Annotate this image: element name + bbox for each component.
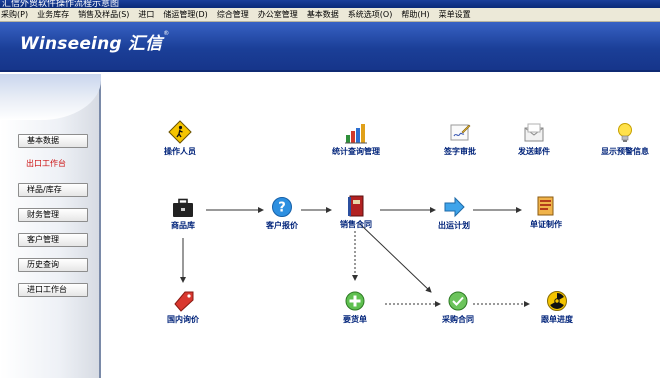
menu-purchase[interactable]: 采购(P) (1, 8, 28, 22)
shipping-plan-label: 出运计划 (438, 221, 470, 230)
radiation-icon (547, 291, 567, 311)
arrow-contract-to-purchase-contract (359, 223, 432, 293)
menu-sales-samples[interactable]: 销售及样品(S) (78, 8, 129, 22)
send-mail-label: 发送邮件 (518, 147, 550, 156)
signature-node[interactable]: 签字审批 (420, 122, 500, 157)
warning-info-label: 显示预警信息 (601, 147, 649, 156)
sidebar-item-history[interactable]: 历史查询 (18, 258, 88, 272)
statistics-label: 统计查询管理 (332, 147, 380, 156)
purchase-request-label: 要货单 (343, 315, 367, 324)
document-making-label: 单证制作 (530, 220, 562, 229)
sidebar-item-basic-data[interactable]: 基本数据 (18, 134, 88, 148)
signature-pen-icon (450, 124, 471, 141)
menu-help[interactable]: 帮助(H) (401, 8, 429, 22)
menu-business-inventory[interactable]: 业务库存 (37, 8, 69, 22)
operator-warning-sign-icon (168, 120, 192, 144)
document-making-node[interactable]: 单证制作 (506, 195, 586, 230)
send-mail-node[interactable]: 发送邮件 (494, 122, 574, 157)
menu-menu-settings[interactable]: 菜单设置 (439, 8, 471, 22)
statistics-node[interactable]: 统计查询管理 (316, 122, 396, 157)
domestic-inquiry-node[interactable]: 国内询价 (143, 290, 223, 325)
order-tracking-node[interactable]: 跟单进度 (517, 290, 597, 325)
operator-label: 操作人员 (164, 147, 196, 156)
sidebar-item-customer[interactable]: 客户管理 (18, 233, 88, 247)
order-tracking-label: 跟单进度 (541, 315, 573, 324)
customer-quote-label: 客户报价 (266, 221, 298, 230)
svg-text:?: ? (278, 201, 286, 216)
purchase-contract-label: 采购合同 (442, 315, 474, 324)
document-folder-icon (537, 196, 554, 216)
sales-contract-label: 销售合同 (340, 220, 372, 229)
book-icon (348, 195, 364, 217)
menu-import[interactable]: 进口 (138, 8, 154, 22)
product-library-label: 商品库 (171, 221, 195, 230)
lightbulb-icon (618, 123, 632, 142)
price-tag-icon (174, 291, 194, 312)
header-banner: Winseeing 汇信 ® (0, 22, 660, 72)
sidebar-item-import-workbench[interactable]: 进口工作台 (18, 283, 88, 297)
menu-general-management[interactable]: 综合管理 (217, 8, 249, 22)
sidebar: 基本数据 出口工作台 样品/库存 财务管理 客户管理 历史查询 进口工作台 (0, 74, 101, 378)
sidebar-item-export-workbench[interactable]: 出口工作台 (18, 158, 88, 172)
check-circle-icon (448, 291, 468, 311)
menu-office-management[interactable]: 办公室管理 (258, 8, 298, 22)
sidebar-item-samples-inventory[interactable]: 样品/库存 (18, 183, 88, 197)
briefcase-icon (173, 198, 193, 217)
mail-envelope-icon (524, 123, 544, 142)
menu-basic-data[interactable]: 基本数据 (307, 8, 339, 22)
domestic-inquiry-label: 国内询价 (167, 315, 199, 324)
brand-logo: Winseeing 汇信 ® (20, 29, 169, 54)
purchase-request-node[interactable]: 要货单 (315, 290, 395, 325)
sales-contract-node[interactable]: 销售合同 (316, 195, 396, 230)
warning-info-node[interactable]: 显示预警信息 (585, 122, 660, 157)
product-library-node[interactable]: 商品库 (143, 198, 223, 231)
bar-chart-icon (345, 124, 367, 144)
menu-bar: 采购(P) 业务库存 销售及样品(S) 进口 储运管理(D) 综合管理 办公室管… (0, 8, 660, 22)
shipping-plan-node[interactable]: 出运计划 (414, 196, 494, 231)
sidebar-item-finance[interactable]: 财务管理 (18, 208, 88, 222)
workflow-canvas: 操作人员 统计查询管理 签字审批 发送邮件 显示预警信息 商品库 ? 客户报价 … (103, 74, 660, 378)
purchase-contract-node[interactable]: 采购合同 (418, 290, 498, 325)
help-question-icon: ? (272, 197, 292, 217)
logo-text: Winseeing 汇信 (20, 34, 163, 54)
sidebar-decoration (0, 74, 101, 120)
customer-quote-node[interactable]: ? 客户报价 (242, 196, 322, 231)
menu-system-options[interactable]: 系统选项(O) (348, 8, 393, 22)
arrow-right-icon (444, 196, 465, 218)
registered-mark: ® (163, 30, 170, 37)
plus-circle-icon (345, 291, 365, 311)
operator-node[interactable]: 操作人员 (140, 120, 220, 157)
menu-logistics[interactable]: 储运管理(D) (163, 8, 207, 22)
signature-label: 签字审批 (444, 147, 476, 156)
